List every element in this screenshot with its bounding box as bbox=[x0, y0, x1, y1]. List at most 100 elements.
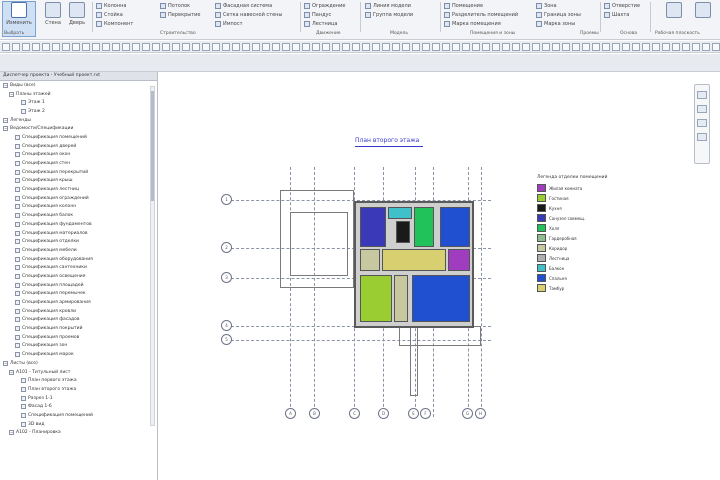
browser-tree-item[interactable]: Спецификация материалов bbox=[0, 229, 157, 238]
expand-toggle-icon[interactable]: − bbox=[3, 126, 8, 132]
expand-toggle-icon[interactable]: − bbox=[3, 117, 8, 123]
toolbar-tool-icon[interactable] bbox=[672, 42, 680, 51]
toolbar-tool-icon[interactable] bbox=[682, 42, 690, 51]
browser-scrollbar[interactable] bbox=[150, 86, 155, 426]
grid-bubble-bottom[interactable]: B bbox=[309, 408, 320, 419]
balcony-outline[interactable] bbox=[290, 212, 348, 276]
grid-bubble-bottom[interactable]: A bbox=[285, 408, 296, 419]
terrace-outline[interactable] bbox=[399, 326, 481, 346]
area-boundary-button[interactable]: Граница зоны bbox=[536, 11, 581, 19]
toolbar-tool-icon[interactable] bbox=[112, 42, 120, 51]
browser-tree-item[interactable]: Спецификация армирования bbox=[0, 298, 157, 307]
zoom-fit-icon[interactable] bbox=[697, 133, 707, 141]
toolbar-tool-icon[interactable] bbox=[652, 42, 660, 51]
toolbar-tool-icon[interactable] bbox=[32, 42, 40, 51]
browser-tree-item[interactable]: Спецификация окон bbox=[0, 151, 157, 160]
toolbar-tool-icon[interactable] bbox=[12, 42, 20, 51]
mullion-button[interactable]: Стойка bbox=[96, 11, 123, 19]
opening-button[interactable]: Отверстие bbox=[604, 2, 640, 10]
room-button[interactable]: Помещение bbox=[444, 2, 483, 10]
browser-tree-item[interactable]: Фасад 1-6 bbox=[0, 402, 157, 411]
grid-bubble-bottom[interactable]: H bbox=[475, 408, 486, 419]
room-hall[interactable] bbox=[414, 207, 434, 247]
toolbar-tool-icon[interactable] bbox=[22, 42, 30, 51]
toolbar-tool-icon[interactable] bbox=[452, 42, 460, 51]
browser-tree-item[interactable]: Спецификация фасадов bbox=[0, 316, 157, 325]
toolbar-tool-icon[interactable] bbox=[302, 42, 310, 51]
curtain-grid-button[interactable]: Сетка навесной стены bbox=[215, 11, 282, 19]
toolbar-tool-icon[interactable] bbox=[352, 42, 360, 51]
pan-icon[interactable] bbox=[697, 119, 707, 127]
toolbar-tool-icon[interactable] bbox=[482, 42, 490, 51]
browser-tree-item[interactable]: Спецификация марок bbox=[0, 350, 157, 359]
room-bedroom-1[interactable] bbox=[440, 207, 470, 247]
browser-tree-item[interactable]: Спецификация помещений bbox=[0, 133, 157, 142]
grid-bubble-left[interactable]: 1 bbox=[221, 194, 232, 205]
toolbar-tool-icon[interactable] bbox=[342, 42, 350, 51]
browser-tree-item[interactable]: Спецификация мебели bbox=[0, 246, 157, 255]
toolbar-tool-icon[interactable] bbox=[172, 42, 180, 51]
browser-tree-item[interactable]: Спецификация балок bbox=[0, 211, 157, 220]
column-button[interactable]: Колонна bbox=[96, 2, 126, 10]
room-corridor-2[interactable] bbox=[394, 275, 408, 322]
model-line-button[interactable]: Линия модели bbox=[365, 2, 411, 10]
browser-tree-item[interactable]: Спецификация перекрытий bbox=[0, 168, 157, 177]
browser-tree-item[interactable]: − Легенды bbox=[0, 116, 157, 125]
grid-bubble-left[interactable]: 2 bbox=[221, 242, 232, 253]
browser-tree-item[interactable]: Спецификация отделки bbox=[0, 237, 157, 246]
toolbar-tool-icon[interactable] bbox=[612, 42, 620, 51]
browser-tree-item[interactable]: Спецификация оборудования bbox=[0, 255, 157, 264]
browser-tree-item[interactable]: Этаж 2 bbox=[0, 107, 157, 116]
area-button[interactable]: Зона bbox=[536, 2, 557, 10]
expand-toggle-icon[interactable]: − bbox=[9, 91, 14, 97]
toolbar-tool-icon[interactable] bbox=[522, 42, 530, 51]
room-balcony[interactable] bbox=[388, 207, 412, 219]
toolbar-tool-icon[interactable] bbox=[122, 42, 130, 51]
room-corridor-1[interactable] bbox=[360, 249, 380, 271]
toolbar-tool-icon[interactable] bbox=[72, 42, 80, 51]
ramp-button[interactable]: Пандус bbox=[304, 11, 331, 19]
set-workplane-button[interactable] bbox=[660, 2, 688, 32]
browser-tree-item[interactable]: Спецификация освещения bbox=[0, 272, 157, 281]
toolbar-tool-icon[interactable] bbox=[462, 42, 470, 51]
toolbar-tool-icon[interactable] bbox=[132, 42, 140, 51]
toolbar-tool-icon[interactable] bbox=[222, 42, 230, 51]
toolbar-tool-icon[interactable] bbox=[562, 42, 570, 51]
browser-tree-item[interactable]: − А101 - Титульный лист bbox=[0, 368, 157, 377]
toolbar-tool-icon[interactable] bbox=[372, 42, 380, 51]
toolbar-tool-icon[interactable] bbox=[492, 42, 500, 51]
toolbar-tool-icon[interactable] bbox=[582, 42, 590, 51]
toolbar-tool-icon[interactable] bbox=[152, 42, 160, 51]
browser-tree-item[interactable]: Спецификация крыш bbox=[0, 177, 157, 186]
toolbar-tool-icon[interactable] bbox=[282, 42, 290, 51]
toolbar-tool-icon[interactable] bbox=[512, 42, 520, 51]
grid-bubble-bottom[interactable]: G bbox=[462, 408, 473, 419]
expand-toggle-icon[interactable]: − bbox=[3, 82, 8, 88]
browser-tree-item[interactable]: Спецификация покрытий bbox=[0, 324, 157, 333]
toolbar-tool-icon[interactable] bbox=[182, 42, 190, 51]
toolbar-tool-icon[interactable] bbox=[432, 42, 440, 51]
railing-button[interactable]: Ограждение bbox=[304, 2, 345, 10]
toolbar-tool-icon[interactable] bbox=[622, 42, 630, 51]
grid-bubble-bottom[interactable]: C bbox=[349, 408, 360, 419]
wall-button[interactable]: Стена bbox=[42, 2, 64, 32]
toolbar-tool-icon[interactable] bbox=[192, 42, 200, 51]
grid-bubble-bottom[interactable]: E bbox=[408, 408, 419, 419]
toolbar-tool-icon[interactable] bbox=[642, 42, 650, 51]
expand-toggle-icon[interactable]: − bbox=[9, 369, 14, 375]
browser-tree-item[interactable]: План второго этажа bbox=[0, 385, 157, 394]
browser-tree-item[interactable]: Спецификация площадей bbox=[0, 281, 157, 290]
toolbar-tool-icon[interactable] bbox=[42, 42, 50, 51]
browser-tree-item[interactable]: − Ведомости/Спецификации bbox=[0, 124, 157, 133]
browser-tree-item[interactable]: Спецификация перемычек bbox=[0, 290, 157, 299]
zoom-icon[interactable] bbox=[697, 105, 707, 113]
toolbar-tool-icon[interactable] bbox=[392, 42, 400, 51]
browser-tree-item[interactable]: Этаж 1 bbox=[0, 98, 157, 107]
browser-tree-item[interactable]: − Планы этажей bbox=[0, 90, 157, 99]
room-separator-button[interactable]: Разделитель помещений bbox=[444, 11, 518, 19]
floor-plan[interactable] bbox=[354, 201, 474, 328]
room-bathroom[interactable] bbox=[360, 207, 386, 247]
browser-tree-item[interactable]: Спецификация сантехники bbox=[0, 263, 157, 272]
scrollbar-thumb[interactable] bbox=[151, 91, 154, 201]
curtain-system-button[interactable]: Фасадная система bbox=[215, 2, 272, 10]
